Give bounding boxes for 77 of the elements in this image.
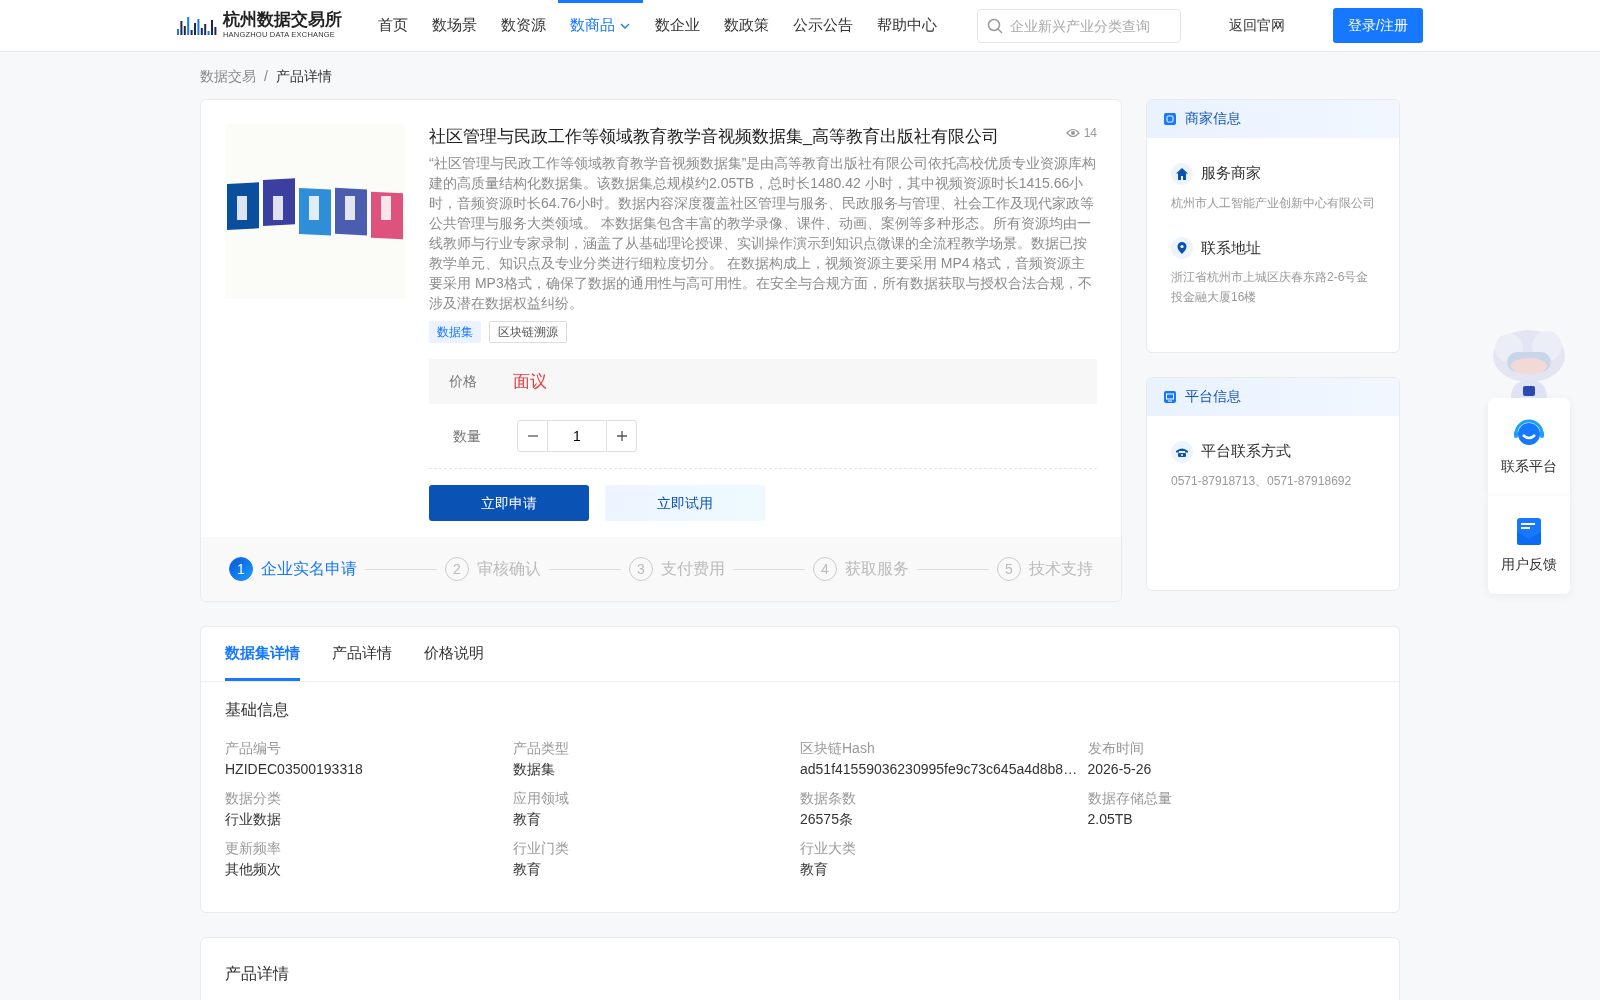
step-label: 支付费用	[661, 559, 725, 580]
house-icon	[1175, 166, 1189, 181]
step-label: 企业实名申请	[261, 559, 357, 580]
field-value: 26575条	[800, 810, 854, 829]
plus-icon	[615, 430, 628, 443]
info-text: 浙江省杭州市上城区庆春东路2-6号金投金融大厦16楼	[1171, 269, 1370, 307]
trial-button[interactable]: 立即试用	[605, 485, 765, 522]
back-link[interactable]: 返回官网	[1229, 15, 1286, 36]
product-title: 社区管理与民政工作等领域教育教学音视频数据集_高等教育出版社有限公司	[429, 126, 1001, 147]
nav-link[interactable]: 公示公告	[781, 0, 865, 52]
store-icon	[1163, 112, 1177, 127]
tab[interactable]: 数据集详情	[225, 627, 300, 681]
field-label: 产品类型	[512, 739, 570, 758]
field-label: 产品编号	[225, 739, 282, 758]
tab[interactable]: 产品详情	[332, 627, 392, 681]
field-value: 2026-5-26	[1087, 760, 1153, 779]
info-text: 杭州市人工智能产业创新中心有限公司	[1171, 194, 1375, 212]
step-number: 1	[229, 557, 253, 582]
breadcrumb-separator: /	[264, 67, 268, 86]
quantity-label: 数量	[453, 426, 482, 446]
nav-link[interactable]: 数企业	[643, 0, 712, 52]
field-label: 行业门类	[512, 839, 570, 858]
breadcrumb-current: 产品详情	[275, 67, 332, 86]
info-title: 联系地址	[1201, 237, 1261, 258]
field-value: 其他频次	[225, 860, 282, 879]
login-button[interactable]: 登录/注册	[1333, 8, 1423, 43]
location-pin-icon	[1175, 241, 1189, 255]
step-label: 获取服务	[845, 559, 909, 580]
info-title: 平台联系方式	[1201, 441, 1291, 462]
increment-button[interactable]	[606, 420, 637, 453]
field-value: 2.05TB	[1087, 810, 1134, 829]
eye-icon	[1065, 128, 1080, 138]
view-count: 14	[1083, 125, 1097, 142]
nav-link[interactable]: 数场景	[420, 0, 489, 52]
tag: 数据集	[429, 320, 481, 343]
search-icon	[987, 17, 1004, 34]
field-label: 更新频率	[225, 839, 282, 858]
monitor-icon	[1163, 390, 1177, 405]
price-value: 面议	[513, 370, 547, 393]
step-label: 审核确认	[477, 559, 541, 580]
nav-link[interactable]: 首页	[366, 0, 420, 52]
tag: 区块链溯源	[489, 320, 567, 343]
nav-link[interactable]: 帮助中心	[865, 0, 949, 52]
field-value: 教育	[800, 860, 829, 879]
field-label: 数据分类	[225, 789, 282, 808]
nav-link[interactable]: 数商品	[558, 0, 643, 52]
section-title: 基础信息	[225, 700, 290, 720]
field-value: 数据集	[512, 760, 556, 779]
tab[interactable]: 价格说明	[424, 627, 484, 681]
field-label: 数据条数	[800, 789, 857, 808]
price-label: 价格	[449, 372, 478, 391]
field-label: 发布时间	[1087, 739, 1145, 758]
panel-title: 平台信息	[1185, 388, 1241, 406]
field-label: 行业大类	[800, 839, 857, 858]
field-value: HZIDEC03500193318	[225, 760, 364, 779]
breadcrumb-link[interactable]: 数据交易	[200, 66, 256, 87]
apply-button[interactable]: 立即申请	[429, 485, 589, 522]
nav-link[interactable]: 数资源	[489, 0, 558, 52]
field-label: 区块链Hash	[800, 739, 876, 758]
field-value: 行业数据	[225, 810, 282, 829]
section-title: 产品详情	[225, 964, 290, 984]
field-label: 应用领域	[512, 789, 570, 808]
quantity-field[interactable]: 1	[548, 420, 606, 453]
logo-icon	[177, 14, 219, 37]
nav-link[interactable]: 数政策	[712, 0, 781, 52]
float-button[interactable]: 联系平台	[1488, 398, 1570, 496]
field-value: 教育	[512, 860, 542, 879]
step-label: 技术支持	[1029, 559, 1093, 580]
logo-title: 杭州数据交易所	[223, 10, 342, 30]
product-description: “社区管理与民政工作等领域教育教学音视频数据集”是由高等教育出版社有限公司依托高校优质专业资源库构建的高质量结构化数据集。该数据集总规模约2.05TB，总时长1480.42 小时，其中视频资源时长1415.66小时，音频资源时长64.76小时。数据内容深度覆盖社区管理与服务、民政服务与管理、社会工作及现代家政等公共管理与服务大类领域。 本数据集包含丰富的教学录像、课件、动画、案例等多种形态。所有资源均由一线教师与行业专家录制，涵盖了从基础理论授课、实训操作演示到知识点微课的全流程教学场景。数据已按教学单元、知识点及专业分类进行细粒度切分。 在数据构成上，视频资源主要采用 MP4 格式，音频资源主要采用 MP3格式，确保了数据的通用性与高可用性。在安全与合规方面，所有数据获取与授权合法合规，不涉及潜在数据权益纠纷。	[429, 153, 1097, 313]
search-field[interactable]: 企业新兴产业分类查询	[977, 8, 1182, 43]
float-button[interactable]: 用户反馈	[1488, 496, 1570, 594]
panel-title: 商家信息	[1185, 110, 1241, 128]
field-label: 数据存储总量	[1087, 789, 1173, 808]
info-text: 0571-87918713、0571-87918692	[1171, 472, 1353, 490]
info-title: 服务商家	[1201, 163, 1261, 184]
field-value: 教育	[512, 810, 542, 829]
